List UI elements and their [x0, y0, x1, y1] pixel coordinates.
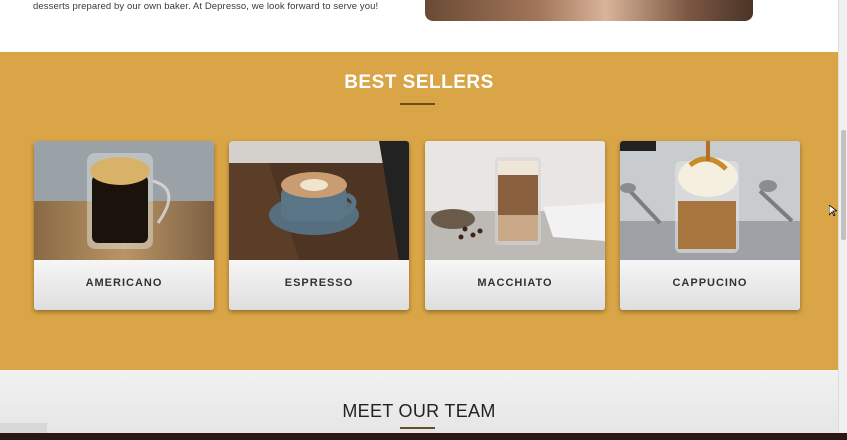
team-title-underline [400, 427, 435, 429]
mouse-cursor-icon [829, 205, 837, 216]
product-card-macchiato[interactable]: MACCHIATO [425, 141, 605, 310]
bottom-bar [0, 433, 847, 440]
product-card-cappucino[interactable]: CAPPUCINO [620, 141, 800, 310]
intro-photo [425, 0, 753, 21]
product-card-espresso[interactable]: ESPRESSO [229, 141, 409, 310]
product-card-americano[interactable]: AMERICANO [34, 141, 214, 310]
card-label: CAPPUCINO [620, 260, 800, 310]
scrollbar[interactable] [838, 0, 847, 433]
card-label: AMERICANO [34, 260, 214, 310]
espresso-image [229, 141, 409, 260]
section-title: BEST SELLERS [344, 72, 494, 93]
macchiato-image [425, 141, 605, 260]
card-label: ESPRESSO [229, 260, 409, 310]
americano-image [34, 141, 214, 260]
title-underline [400, 103, 435, 105]
card-label: MACCHIATO [425, 260, 605, 310]
bottom-panel [0, 423, 47, 433]
team-title: MEET OUR TEAM [342, 401, 496, 421]
best-sellers-section: BEST SELLERS AMERICANO ESPRESSO MACCHIAT… [0, 52, 838, 370]
team-section: MEET OUR TEAM [0, 370, 838, 433]
cappucino-image [620, 141, 800, 260]
scrollbar-thumb[interactable] [841, 130, 846, 240]
intro-text: desserts prepared by our own baker. At D… [33, 1, 379, 12]
intro-section: desserts prepared by our own baker. At D… [0, 0, 838, 52]
